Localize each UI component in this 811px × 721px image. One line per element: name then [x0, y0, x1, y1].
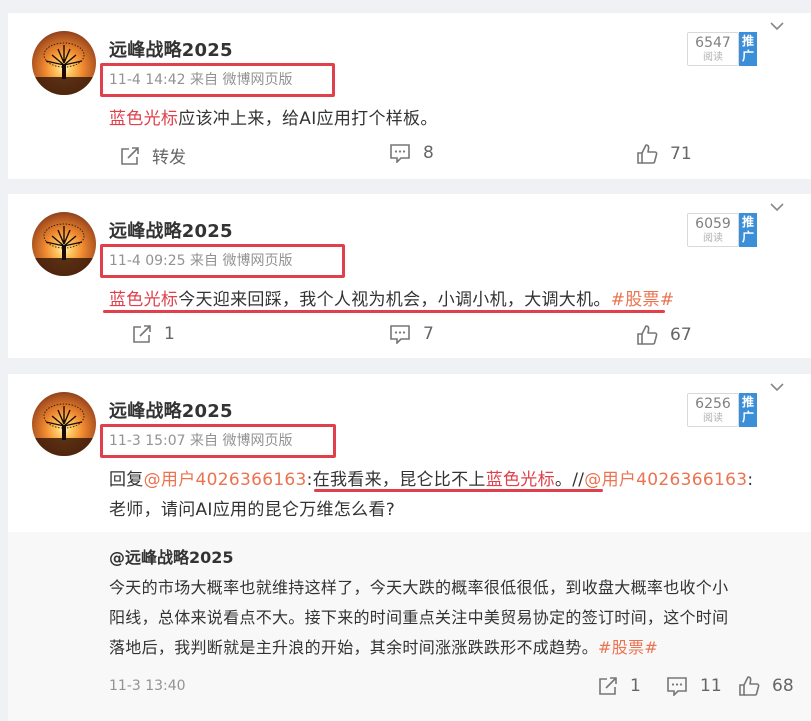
comment-button[interactable]: 11 [666, 676, 722, 696]
post-text: 蓝色光标应该冲上来，给AI应用打个样板。 [109, 104, 438, 129]
chevron-down-icon[interactable] [770, 202, 784, 212]
reply-end: 。// [554, 470, 585, 490]
view-count-box: 6059 阅读 [687, 213, 739, 247]
highlight-box [100, 63, 335, 97]
author-name[interactable]: 远峰战略2025 [109, 397, 233, 423]
view-label: 阅读 [703, 233, 723, 244]
forward-count: 1 [630, 676, 641, 696]
quoted-text-line-body: 落地后，我判断就是主升浪的开始，其余时间涨涨跌跌形不成趋势。 [109, 638, 599, 657]
tree-sunset-avatar-icon [32, 392, 96, 456]
like-button[interactable]: 71 [636, 143, 692, 165]
quoted-text-line: 阳线，总体来说看点不大。接下来的时间重点关注中美贸易协定的签订时间，这个时间 [109, 608, 729, 627]
like-button[interactable]: 68 [738, 675, 794, 697]
forward-button[interactable]: 1 [598, 676, 641, 696]
comment-icon [390, 325, 410, 344]
view-label: 阅读 [703, 413, 723, 424]
post-card: 远峰战略2025 11-4 14:42 来自 微博网页版 蓝色光标应该冲上来，给… [8, 13, 811, 179]
quoted-text-line: 今天的市场大概率也就维持这样了，今天大跌的概率很低很低，到收盘大概率也收个小 [109, 578, 729, 597]
like-button[interactable]: 67 [636, 324, 692, 346]
post-text: 蓝色光标今天迎来回踩，我个人视为机会，小调小机，大调大机。#股票# [109, 285, 674, 310]
tree-sunset-avatar-icon [32, 212, 96, 276]
forward-count: 1 [164, 324, 175, 344]
thumbs-up-icon [637, 325, 658, 345]
like-count: 67 [670, 325, 692, 345]
chevron-down-icon[interactable] [770, 21, 784, 31]
highlight-box [100, 424, 336, 458]
promote-badge[interactable]: 推广 [739, 213, 757, 247]
topic-link[interactable]: #股票# [598, 638, 658, 657]
quoted-text-line: 落地后，我判断就是主升浪的开始，其余时间涨涨跌跌形不成趋势。#股票# [109, 634, 658, 658]
view-label: 阅读 [703, 52, 723, 63]
quoted-post[interactable]: @远峰战略2025 今天的市场大概率也就维持这样了，今天大跌的概率很低很低，到收… [8, 532, 811, 721]
post-card: 远峰战略2025 11-3 15:07 来自 微博网页版 回复@用户402636… [8, 374, 811, 721]
highlight-box [100, 244, 345, 278]
comment-button[interactable]: 7 [389, 324, 434, 344]
quoted-date[interactable]: 11-3 13:40 [109, 678, 186, 694]
author-name[interactable]: 远峰战略2025 [109, 217, 233, 243]
post-text-rest: 应该冲上来，给AI应用打个样板。 [178, 109, 438, 129]
view-count: 6059 [695, 216, 731, 232]
forward-button[interactable]: 转发 [120, 143, 186, 168]
forward-button[interactable]: 1 [132, 324, 175, 344]
reply-prefix: 回复 [109, 470, 144, 490]
tree-sunset-avatar-icon [32, 31, 96, 95]
thumbs-up-icon [637, 144, 658, 164]
comment-icon [667, 677, 687, 696]
like-count: 71 [670, 144, 692, 164]
like-count: 68 [772, 676, 794, 696]
keyword-highlight[interactable]: 蓝色光标 [109, 109, 178, 129]
avatar[interactable] [32, 31, 96, 95]
share-icon [133, 325, 151, 343]
view-count-box: 6547 阅读 [687, 32, 739, 66]
keyword-highlight[interactable]: 蓝色光标 [109, 290, 178, 310]
highlight-underline [103, 310, 665, 313]
highlight-underline [314, 489, 603, 492]
promote-badge[interactable]: 推广 [739, 393, 757, 427]
post-card: 远峰战略2025 11-4 09:25 来自 微博网页版 蓝色光标今天迎来回踩，… [8, 194, 811, 358]
avatar[interactable] [32, 392, 96, 456]
share-icon [599, 677, 617, 695]
forward-label: 转发 [152, 148, 186, 168]
user-mention[interactable]: @用户4026366163 [584, 470, 747, 490]
avatar[interactable] [32, 212, 96, 276]
comment-count: 7 [423, 324, 434, 344]
topic-link[interactable]: #股票# [611, 290, 675, 310]
keyword-highlight[interactable]: 蓝色光标 [486, 470, 555, 490]
reply-text: 回复@用户4026366163:在我看来，昆仑比不上蓝色光标。//@用户4026… [109, 465, 753, 490]
chevron-down-icon[interactable] [770, 382, 784, 392]
share-icon [121, 146, 139, 165]
reply-colon: : [747, 470, 754, 490]
comment-count: 11 [700, 676, 722, 696]
quoted-author[interactable]: @远峰战略2025 [109, 544, 234, 568]
reply-mid: 在我看来，昆仑比不上 [312, 470, 486, 490]
view-count: 6547 [695, 35, 731, 51]
post-text-rest: 今天迎来回踩，我个人视为机会，小调小机，大调大机。 [178, 290, 611, 310]
user-mention[interactable]: @用户4026366163 [144, 470, 307, 490]
author-name[interactable]: 远峰战略2025 [109, 36, 233, 62]
comment-button[interactable]: 8 [389, 143, 434, 163]
comment-icon [390, 144, 410, 163]
thumbs-up-icon [739, 676, 760, 696]
reply-text-line2: 老师，请问AI应用的昆仑万维怎么看? [109, 500, 396, 520]
view-count-box: 6256 阅读 [687, 393, 739, 427]
comment-count: 8 [423, 143, 434, 163]
promote-badge[interactable]: 推广 [739, 32, 757, 66]
view-count: 6256 [695, 396, 731, 412]
